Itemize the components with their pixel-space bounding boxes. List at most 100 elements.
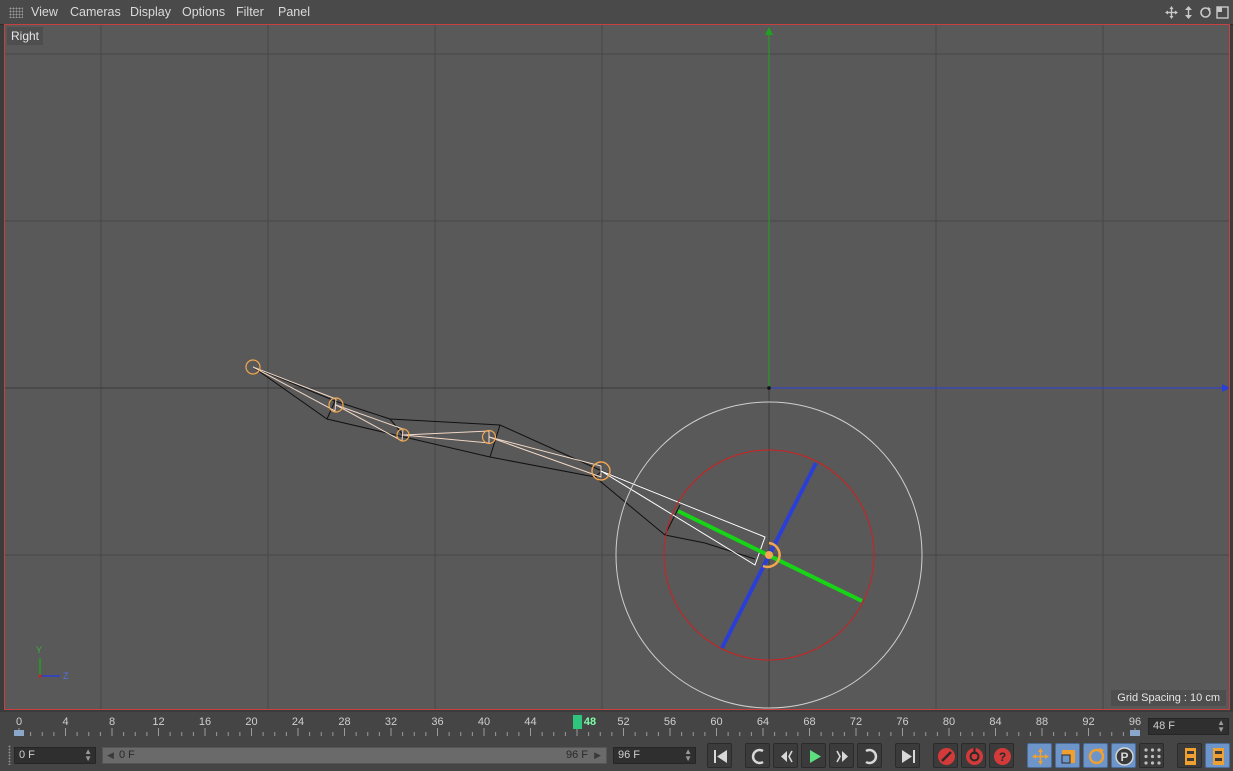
tick-label: 68: [803, 716, 816, 728]
tick-label: 40: [477, 716, 491, 728]
key-position-button[interactable]: [1027, 743, 1052, 768]
menu-view[interactable]: View: [31, 5, 58, 19]
tick-label: 4: [62, 716, 69, 728]
tick-label: 60: [710, 716, 723, 728]
playhead-marker[interactable]: [572, 715, 582, 729]
current-frame-value: 48 F: [1153, 720, 1176, 732]
previous-key-button[interactable]: [745, 743, 770, 768]
tick-label: 8: [108, 716, 116, 728]
go-to-start-icon: [714, 750, 727, 763]
tick-label: 84: [989, 716, 1002, 728]
range-handle: [1130, 730, 1140, 736]
tick-label: 52: [617, 716, 630, 728]
tick-label: 92: [1082, 716, 1095, 728]
axis-indicator: [38, 658, 60, 678]
start-frame-field[interactable]: 0 F ▲ ▼: [14, 747, 96, 764]
preview-range-slider[interactable]: ◀ 0 F 96 F ▶: [102, 747, 607, 764]
range-end-value: 96 F: [565, 749, 588, 761]
panel-grip-handle[interactable]: [9, 7, 23, 18]
tick-label: 36: [431, 716, 444, 728]
tick-label: 88: [1035, 716, 1049, 728]
tick-label: 0: [15, 716, 23, 728]
range-start-value: 0 F: [119, 749, 135, 761]
key-parameter-button[interactable]: P: [1111, 743, 1136, 768]
tick-label: 72: [849, 716, 863, 728]
move-icon: [1032, 748, 1049, 765]
start-frame-value: 0 F: [19, 749, 35, 761]
previous-frame-icon: [781, 750, 793, 763]
spin-arrows-icon[interactable]: ▲ ▼: [84, 748, 92, 763]
tick-label: 76: [896, 716, 909, 728]
next-key-button[interactable]: [857, 743, 882, 768]
play-button[interactable]: [801, 743, 826, 768]
record-icon: [938, 748, 955, 765]
go-to-end-icon: [902, 750, 915, 763]
range-right-arrow-icon[interactable]: ▶: [594, 748, 601, 763]
tick-label: 20: [245, 716, 258, 728]
viewport-menubar: View Cameras Display Options Filter Pane…: [0, 0, 1233, 25]
move-view-icon[interactable]: [1165, 6, 1178, 19]
zoom-view-icon[interactable]: [1182, 6, 1195, 19]
grid-spacing-label: Grid Spacing : 10 cm: [1111, 690, 1226, 706]
param-icon: P: [1115, 747, 1134, 766]
keyframe-selection-icon: ?: [994, 748, 1011, 765]
previous-key-icon: [751, 748, 764, 765]
tick-label: 28: [338, 716, 351, 728]
autokeying-button[interactable]: [961, 743, 986, 768]
bone-chain: [245, 359, 766, 566]
record-active-objects-button[interactable]: [933, 743, 958, 768]
tick-label: 16: [198, 716, 212, 728]
tick-label: 44: [524, 716, 537, 728]
svg-text:P: P: [1120, 750, 1128, 764]
current-frame-field[interactable]: 48 F ▲ ▼: [1148, 718, 1229, 735]
next-key-icon: [865, 748, 878, 765]
timeline-icon: [1185, 748, 1196, 765]
animation-toolbar: 0 F ▲ ▼ ◀ 0 F 96 F ▶ 96 F ▲ ▼ ? P: [0, 740, 1233, 771]
svg-text:?: ?: [999, 750, 1006, 764]
range-handle: [14, 730, 24, 736]
current-frame-label: 48: [583, 716, 597, 728]
axis-z-label: Z: [63, 671, 69, 681]
right-viewport[interactable]: Y Z Right Grid Spacing : 10 cm: [4, 24, 1230, 710]
menu-panel[interactable]: Panel: [278, 5, 310, 19]
range-left-arrow-icon[interactable]: ◀: [107, 748, 114, 763]
scheme-button[interactable]: [1205, 743, 1230, 768]
menu-filter[interactable]: Filter: [236, 5, 264, 19]
timeline-button[interactable]: [1177, 743, 1202, 768]
pla-icon: [1144, 748, 1161, 765]
end-frame-field[interactable]: 96 F ▲ ▼: [613, 747, 696, 764]
spin-arrows-icon[interactable]: ▲ ▼: [1217, 719, 1225, 734]
go-to-start-button[interactable]: [707, 743, 732, 768]
key-pla-button[interactable]: [1139, 743, 1164, 768]
maximize-view-icon[interactable]: [1216, 6, 1229, 19]
scene-canvas[interactable]: Y Z: [5, 25, 1230, 710]
key-scale-button[interactable]: [1055, 743, 1080, 768]
axis-y-label: Y: [36, 645, 42, 655]
tick-label: 32: [384, 716, 398, 728]
menu-display[interactable]: Display: [130, 5, 171, 19]
menu-cameras[interactable]: Cameras: [70, 5, 121, 19]
previous-frame-button[interactable]: [773, 743, 798, 768]
timeline-ruler[interactable]: 0 4 8 12 16 20 24 28 32 36 40 44 52 56 60 64 68 72 76 80 84 8…: [0, 712, 1233, 740]
tick-label: 96: [1128, 716, 1142, 728]
rotate-view-icon[interactable]: [1199, 6, 1212, 19]
next-frame-icon: [836, 750, 848, 763]
rotate-icon: [1088, 748, 1105, 765]
key-rotation-button[interactable]: [1083, 743, 1108, 768]
play-icon: [810, 750, 821, 763]
end-frame-value: 96 F: [618, 749, 641, 761]
viewport-grid: [5, 25, 1229, 709]
go-to-end-button[interactable]: [895, 743, 920, 768]
view-name-label[interactable]: Right: [7, 27, 44, 45]
scheme-icon: [1213, 748, 1224, 765]
tick-label: 56: [663, 716, 677, 728]
keyframe-selection-button[interactable]: ?: [989, 743, 1014, 768]
spin-arrows-icon[interactable]: ▲ ▼: [684, 748, 692, 763]
toolbar-grip-handle[interactable]: [8, 745, 11, 765]
next-frame-button[interactable]: [829, 743, 854, 768]
tick-label: 80: [942, 716, 956, 728]
menu-options[interactable]: Options: [182, 5, 225, 19]
tick-label: 24: [291, 716, 305, 728]
autokey-icon: [966, 748, 983, 765]
tick-label: 12: [152, 716, 165, 728]
